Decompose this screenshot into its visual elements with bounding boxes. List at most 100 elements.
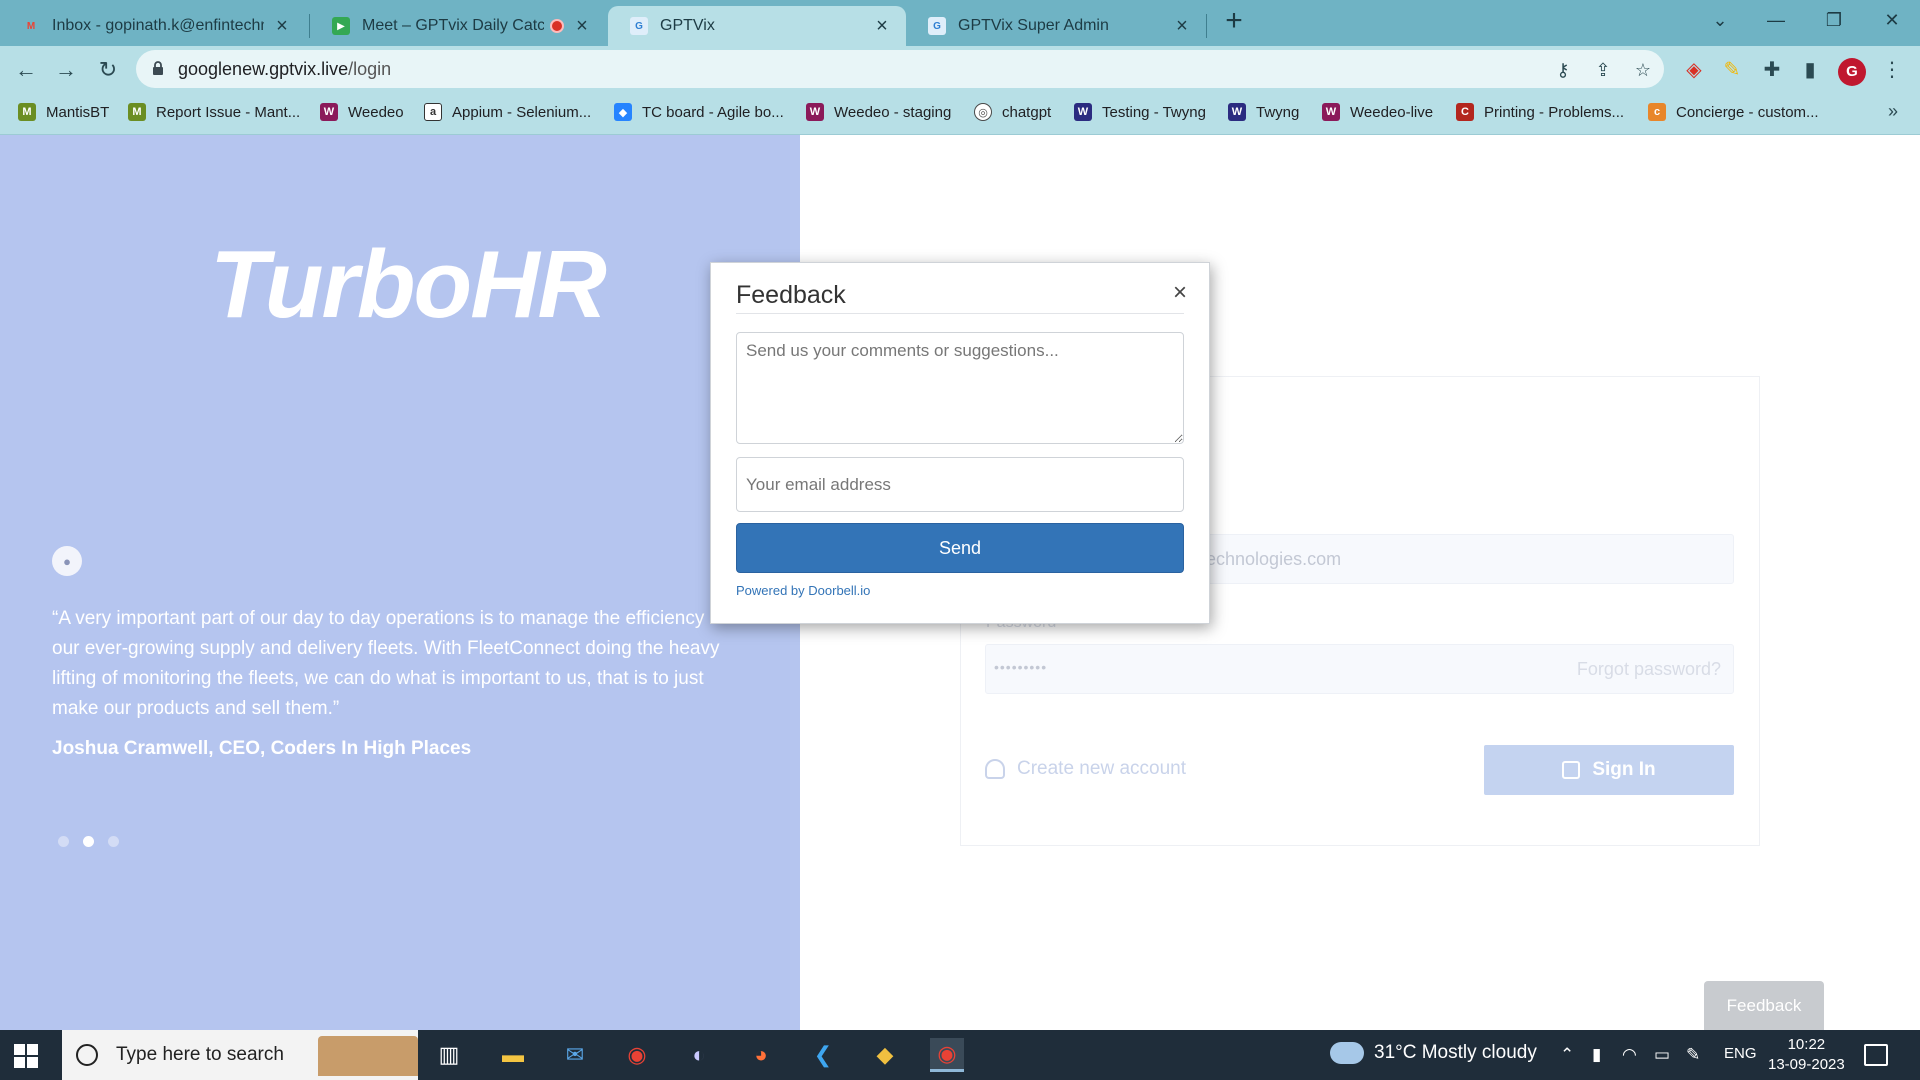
forgot-password-link[interactable]: Forgot password? bbox=[1577, 659, 1721, 680]
tab-meet[interactable]: ▶ Meet – GPTvix Daily Catch Up × bbox=[310, 6, 606, 46]
firefox-icon[interactable]: ◕ bbox=[744, 1038, 778, 1072]
chrome-profile-icon[interactable]: ◉ bbox=[930, 1038, 964, 1072]
chrome-icon[interactable]: ◉ bbox=[620, 1038, 654, 1072]
bookmark-star-icon[interactable]: ☆ bbox=[1632, 59, 1654, 81]
extension-pencil-icon[interactable]: ✎ bbox=[1720, 58, 1744, 82]
bookmark-item[interactable]: M Report Issue - Mant... bbox=[128, 103, 300, 121]
bookmark-item[interactable]: ◆ TC board - Agile bo... bbox=[614, 103, 784, 121]
more-bookmarks-icon[interactable]: » bbox=[1888, 101, 1898, 122]
modal-divider bbox=[736, 313, 1184, 314]
lock-icon bbox=[153, 61, 163, 75]
tab-gptvix[interactable]: G GPTVix × bbox=[608, 6, 906, 46]
git-tool-icon[interactable]: ◆ bbox=[868, 1038, 902, 1072]
bookmark-item[interactable]: W Weedeo-live bbox=[1322, 103, 1433, 121]
close-tab-icon[interactable]: × bbox=[1172, 15, 1192, 38]
key-icon[interactable]: ⚷ bbox=[1552, 59, 1574, 81]
email-input[interactable] bbox=[736, 457, 1184, 512]
reload-icon[interactable]: ↻ bbox=[92, 54, 124, 86]
chatgpt-icon: ◎ bbox=[974, 103, 992, 121]
close-tab-icon[interactable]: × bbox=[272, 15, 292, 38]
bookmark-label: Printing - Problems... bbox=[1484, 103, 1625, 121]
add-user-icon bbox=[985, 759, 1005, 779]
turbohr-logo: TurboHR bbox=[210, 231, 607, 338]
restore-icon[interactable]: ❐ bbox=[1806, 0, 1862, 40]
extension-badge-icon[interactable]: ◈ bbox=[1682, 58, 1706, 82]
battery-icon[interactable]: ▭ bbox=[1654, 1045, 1670, 1065]
tab-title: GPTVix Super Admin bbox=[958, 17, 1109, 34]
carousel-dot[interactable] bbox=[58, 836, 69, 847]
weather-widget[interactable]: 31°C Mostly cloudy bbox=[1330, 1042, 1537, 1064]
tab-gptvix-super-admin[interactable]: G GPTVix Super Admin × bbox=[906, 6, 1206, 46]
notifications-icon[interactable] bbox=[1864, 1044, 1888, 1066]
browser-tabstrip: M Inbox - gopinath.k@enfintechnol × ▶ Me… bbox=[0, 0, 1920, 46]
show-hidden-icons-icon[interactable]: ⌃ bbox=[1560, 1045, 1574, 1065]
vscode-icon[interactable]: ❮ bbox=[806, 1038, 840, 1072]
profile-avatar[interactable]: G bbox=[1838, 58, 1866, 86]
create-account-link[interactable]: Create new account bbox=[985, 758, 1186, 780]
wifi-icon[interactable]: ◠ bbox=[1622, 1045, 1637, 1065]
bookmark-item[interactable]: W Weedeo bbox=[320, 103, 404, 121]
gmail-icon: M bbox=[26, 20, 36, 32]
forward-icon[interactable]: → bbox=[50, 54, 82, 86]
password-field[interactable]: ••••••••• Forgot password? bbox=[985, 644, 1734, 694]
back-icon[interactable]: ← bbox=[10, 54, 42, 86]
menu-kebab-icon[interactable]: ⋮ bbox=[1880, 58, 1904, 82]
close-tab-icon[interactable]: × bbox=[872, 15, 892, 38]
mail-icon[interactable]: ✉ bbox=[558, 1038, 592, 1072]
clock[interactable]: 10:22 13-09-2023 bbox=[1768, 1035, 1845, 1075]
close-window-icon[interactable]: ✕ bbox=[1864, 0, 1920, 40]
new-tab-icon[interactable]: + bbox=[1218, 6, 1250, 38]
minimize-icon[interactable]: — bbox=[1748, 0, 1804, 40]
microphone-icon[interactable]: ▮ bbox=[1592, 1045, 1601, 1065]
comments-textarea[interactable] bbox=[736, 332, 1184, 444]
bookmark-item[interactable]: a Appium - Selenium... bbox=[424, 103, 591, 121]
bookmark-item[interactable]: W Weedeo - staging bbox=[806, 103, 951, 121]
search-icon bbox=[76, 1044, 98, 1066]
task-view-icon[interactable]: ▥ bbox=[432, 1038, 466, 1072]
sign-in-button[interactable]: Sign In bbox=[1484, 745, 1734, 795]
share-icon[interactable]: ⇪ bbox=[1592, 59, 1614, 81]
windows-taskbar: Type here to search ▥ ▬ ✉ ◉ ◐ ◕ ❮ ◆ ◉ 31… bbox=[0, 1030, 1920, 1080]
carousel-dot-active[interactable] bbox=[83, 836, 94, 847]
side-panel-icon[interactable]: ▮ bbox=[1798, 58, 1822, 82]
file-explorer-icon[interactable]: ▬ bbox=[496, 1038, 530, 1072]
tab-separator bbox=[1206, 14, 1207, 38]
create-account-label: Create new account bbox=[1017, 758, 1186, 779]
weedeo-icon: W bbox=[806, 103, 824, 121]
taskbar-search-box[interactable]: Type here to search bbox=[62, 1030, 418, 1080]
jira-icon: ◆ bbox=[614, 103, 632, 121]
close-tab-icon[interactable]: × bbox=[572, 15, 592, 38]
bookmark-item[interactable]: c Concierge - custom... bbox=[1648, 103, 1819, 121]
url-host: googlenew.gptvix.live bbox=[178, 59, 349, 79]
cloud-icon bbox=[1330, 1042, 1364, 1064]
url-path: /login bbox=[348, 59, 392, 79]
eclipse-icon[interactable]: ◐ bbox=[682, 1038, 716, 1072]
bookmark-label: Weedeo - staging bbox=[834, 103, 952, 121]
bookmark-item[interactable]: ◎ chatgpt bbox=[974, 103, 1051, 121]
tab-search-icon[interactable]: ⌄ bbox=[1692, 0, 1748, 40]
password-value: ••••••••• bbox=[994, 659, 1048, 675]
send-button[interactable]: Send bbox=[736, 523, 1184, 573]
bookmark-label: Weedeo bbox=[348, 103, 404, 121]
address-bar[interactable]: googlenew.gptvix.live/login ⚷ ⇪ ☆ bbox=[136, 50, 1664, 88]
extensions-puzzle-icon[interactable]: ✚ bbox=[1760, 58, 1784, 82]
carousel-dot[interactable] bbox=[108, 836, 119, 847]
bookmark-item[interactable]: W Testing - Twyng bbox=[1074, 103, 1206, 121]
bookmark-item[interactable]: M MantisBT bbox=[18, 103, 109, 121]
pen-icon[interactable]: ✎ bbox=[1686, 1045, 1700, 1065]
language-indicator[interactable]: ENG bbox=[1724, 1045, 1757, 1062]
tab-inbox[interactable]: M Inbox - gopinath.k@enfintechnol × bbox=[0, 6, 306, 46]
windows-start-icon[interactable] bbox=[14, 1044, 38, 1068]
bookmark-label: Weedeo-live bbox=[1350, 103, 1434, 121]
modal-title: Feedback bbox=[736, 281, 846, 309]
bookmark-item[interactable]: W Twyng bbox=[1228, 103, 1299, 121]
close-icon[interactable]: × bbox=[1173, 279, 1187, 307]
appium-icon: a bbox=[424, 103, 442, 121]
clock-date: 13-09-2023 bbox=[1768, 1056, 1845, 1073]
bookmark-label: TC board - Agile bo... bbox=[642, 103, 784, 121]
concierge-icon: c bbox=[1648, 103, 1666, 121]
bookmark-item[interactable]: C Printing - Problems... bbox=[1456, 103, 1624, 121]
gptvix-icon: G bbox=[630, 17, 648, 35]
feedback-tab-button[interactable]: Feedback bbox=[1704, 981, 1824, 1030]
powered-by-link[interactable]: Powered by Doorbell.io bbox=[736, 583, 870, 598]
